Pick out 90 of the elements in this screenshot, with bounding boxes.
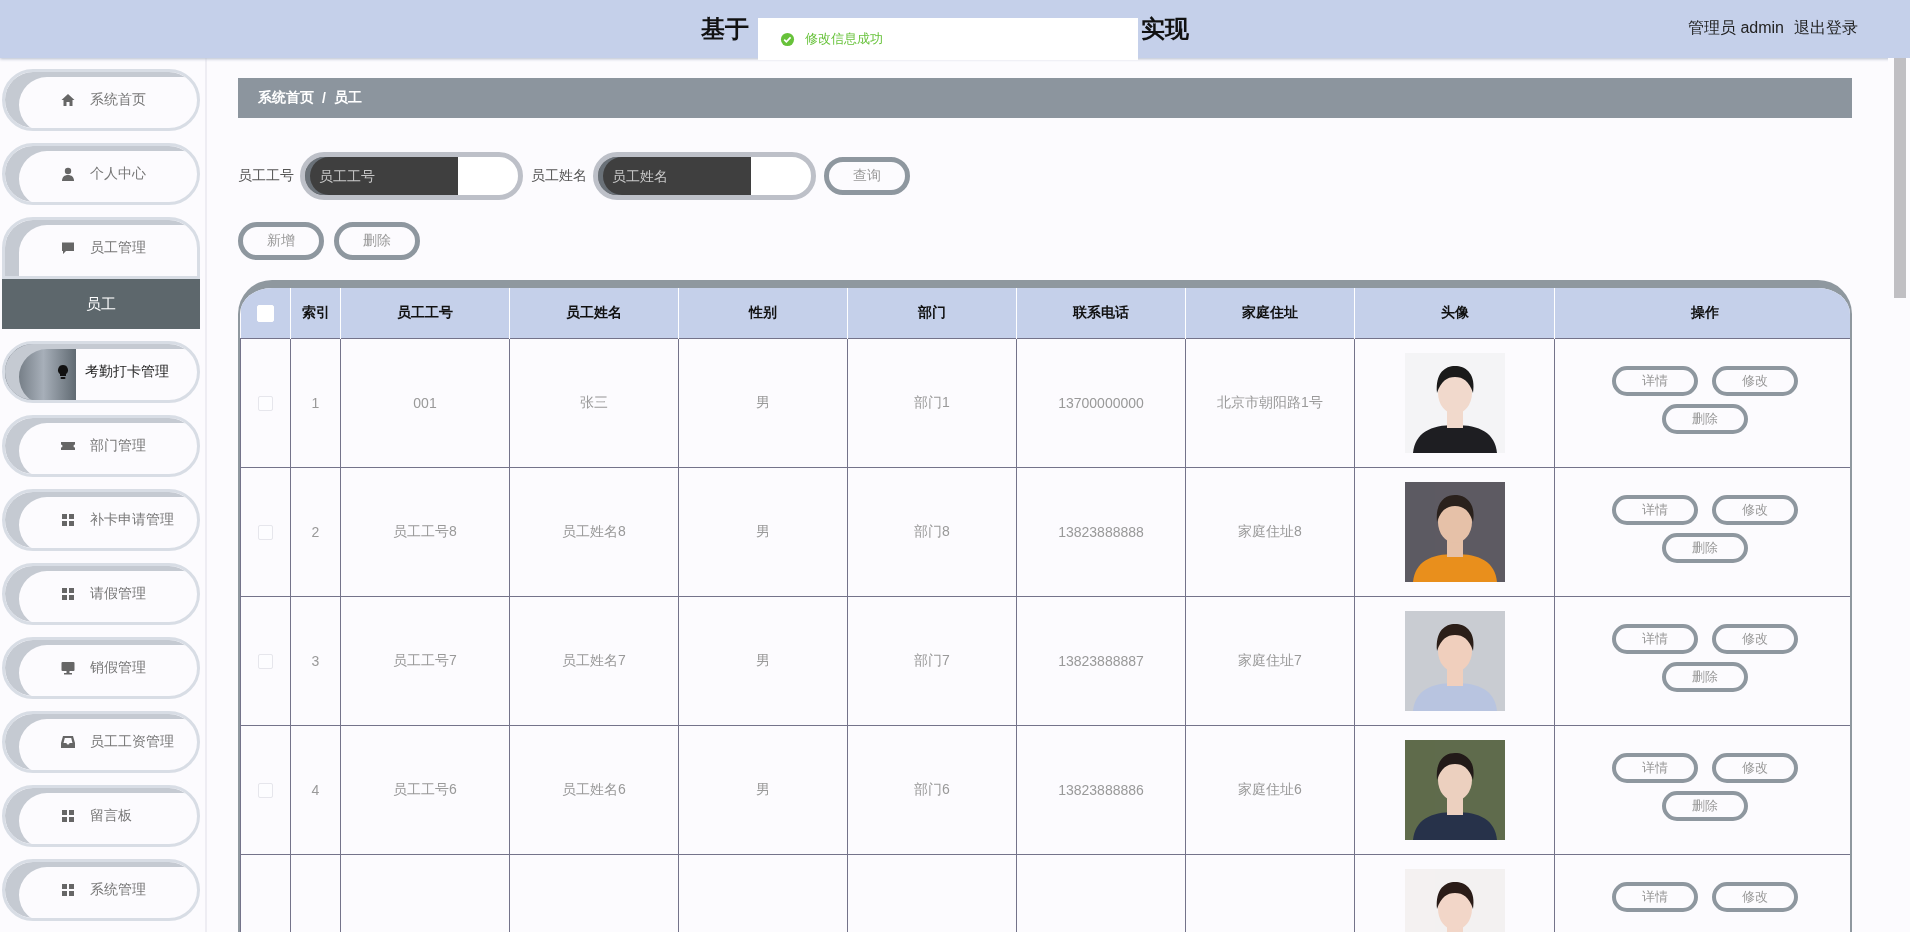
- column-header: 性别: [678, 288, 848, 339]
- details-button[interactable]: 详情: [1612, 495, 1698, 525]
- table-cell: 家庭住址8: [1238, 523, 1302, 539]
- search-button[interactable]: 查询: [824, 157, 910, 195]
- edit-button[interactable]: 修改: [1712, 753, 1798, 783]
- table-cell: 001: [413, 395, 437, 411]
- search-field[interactable]: 员工姓名: [593, 152, 816, 200]
- user-icon: [60, 166, 76, 182]
- sidebar-item[interactable]: 销假管理: [2, 637, 200, 699]
- page-title: 基于: [701, 14, 749, 44]
- column-header: 头像: [1354, 288, 1555, 339]
- breadcrumb-link[interactable]: 系统首页: [258, 89, 314, 107]
- sidebar-item[interactable]: 留言板: [2, 785, 200, 847]
- column-header: 索引: [290, 288, 341, 339]
- toast-text: 修改信息成功: [805, 30, 883, 48]
- table-cell: 13700000000: [1058, 395, 1144, 411]
- column-header: 联系电话: [1016, 288, 1186, 339]
- search-field[interactable]: 员工工号: [300, 152, 523, 200]
- table-cell: 4: [311, 782, 320, 798]
- table-cell: 员工工号8: [393, 523, 457, 539]
- delete-button[interactable]: 删除: [1662, 662, 1748, 692]
- table-cell: 部门1: [914, 394, 950, 410]
- table-cell: 北京市朝阳路1号: [1217, 394, 1323, 410]
- details-button[interactable]: 详情: [1612, 366, 1698, 396]
- logout-link[interactable]: 退出登录: [1794, 18, 1858, 39]
- table-cell: 男: [756, 652, 770, 668]
- tray-icon: [60, 734, 76, 750]
- delete-button[interactable]: 删除: [334, 222, 420, 260]
- edit-button[interactable]: 修改: [1712, 366, 1798, 396]
- page-title: 实现: [1141, 14, 1189, 44]
- table-cell: 家庭住址7: [1238, 652, 1302, 668]
- edit-button[interactable]: 修改: [1712, 624, 1798, 654]
- table-cell: 家庭住址6: [1238, 781, 1302, 797]
- sidebar-item[interactable]: 员工工资管理: [2, 711, 200, 773]
- table-cell: 2: [311, 524, 320, 540]
- submenu-item[interactable]: 员工: [2, 279, 200, 329]
- table-cell: 员工工号7: [393, 652, 457, 668]
- delete-button[interactable]: 删除: [1662, 533, 1748, 563]
- table-cell: 男: [756, 781, 770, 797]
- table-cell: 13823888888: [1058, 524, 1144, 540]
- table-cell: 男: [756, 394, 770, 410]
- field-label: 员工姓名: [531, 167, 587, 185]
- details-button[interactable]: 详情: [1612, 624, 1698, 654]
- breadcrumb-separator: /: [322, 90, 326, 106]
- column-header: 员工工号: [340, 288, 510, 339]
- sidebar-item[interactable]: 员工管理: [2, 217, 200, 279]
- table-cell: 1: [311, 395, 320, 411]
- table-cell: 男: [756, 523, 770, 539]
- bulb-icon: [55, 364, 71, 380]
- edit-button[interactable]: 修改: [1712, 495, 1798, 525]
- table-cell: 张三: [580, 394, 608, 410]
- scrollbar-thumb[interactable]: [1894, 58, 1906, 298]
- home-icon: [60, 92, 76, 108]
- table-cell: 员工姓名6: [562, 781, 626, 797]
- table-cell: 13823888887: [1058, 653, 1144, 669]
- edit-button[interactable]: 修改: [1712, 882, 1798, 912]
- table-cell: 13823888886: [1058, 782, 1144, 798]
- column-header: 员工姓名: [509, 288, 679, 339]
- table-cell: 员工工号6: [393, 781, 457, 797]
- add-button[interactable]: 新增: [238, 222, 324, 260]
- details-button[interactable]: 详情: [1612, 882, 1698, 912]
- monitor-icon: [60, 660, 76, 676]
- table-cell: 部门6: [914, 781, 950, 797]
- sidebar-item[interactable]: 请假管理: [2, 563, 200, 625]
- sidebar-item[interactable]: 系统首页: [2, 69, 200, 131]
- breadcrumb-link[interactable]: 员工: [333, 89, 362, 107]
- grid-icon: [60, 512, 76, 528]
- sidebar-item[interactable]: 补卡申请管理: [2, 489, 200, 551]
- sidebar-item[interactable]: 系统管理: [2, 859, 200, 921]
- delete-button[interactable]: 删除: [1662, 791, 1748, 821]
- details-button[interactable]: 详情: [1612, 753, 1698, 783]
- table-cell: 员工姓名7: [562, 652, 626, 668]
- table-cell: 3: [311, 653, 320, 669]
- sidebar-item[interactable]: 部门管理: [2, 415, 200, 477]
- field-label: 员工工号: [238, 167, 294, 185]
- column-header: 操作: [1554, 288, 1850, 339]
- table-cell: 员工姓名8: [562, 523, 626, 539]
- sidebar-item[interactable]: 考勤打卡管理: [2, 341, 200, 403]
- grid-icon: [60, 882, 76, 898]
- table-cell: 部门8: [914, 523, 950, 539]
- grid-icon: [60, 586, 76, 602]
- column-header: 部门: [847, 288, 1017, 339]
- success-icon: [780, 31, 795, 47]
- table-cell: 部门7: [914, 652, 950, 668]
- grid-icon: [60, 808, 76, 824]
- user-label: 管理员 admin: [1687, 18, 1784, 38]
- column-header: 家庭住址: [1185, 288, 1355, 339]
- sidebar-item[interactable]: 个人中心: [2, 143, 200, 205]
- delete-button[interactable]: 删除: [1662, 404, 1748, 434]
- chat-icon: [60, 240, 76, 256]
